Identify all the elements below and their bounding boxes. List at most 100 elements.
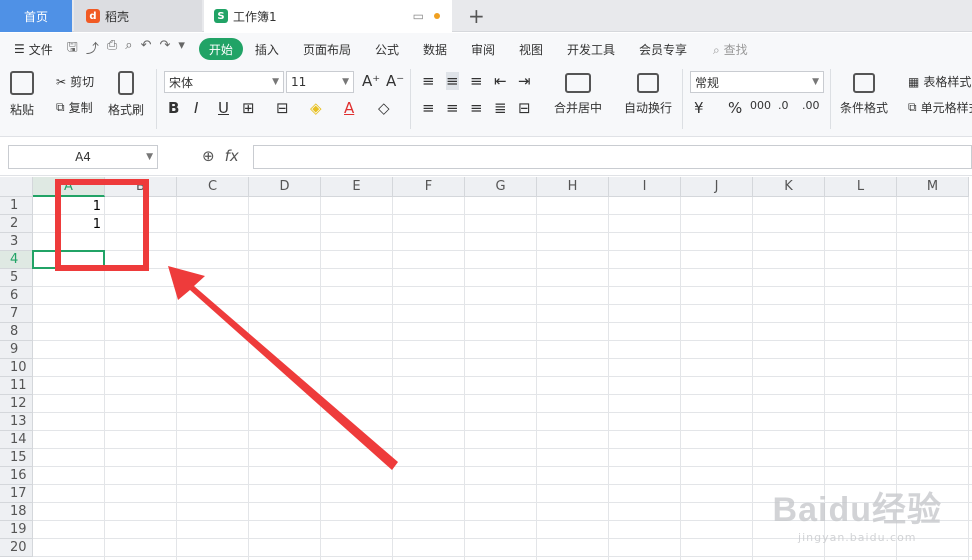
row-header-7[interactable]: 7 bbox=[0, 305, 33, 323]
print-icon[interactable]: ⎙ bbox=[107, 38, 117, 60]
align-left-icon[interactable]: ≡ bbox=[422, 99, 435, 117]
fx-icon[interactable]: fx bbox=[225, 147, 239, 165]
column-header-k[interactable]: K bbox=[753, 177, 825, 197]
row-header-2[interactable]: 2 bbox=[0, 215, 33, 233]
column-header-d[interactable]: D bbox=[249, 177, 321, 197]
monitor-icon[interactable]: ▭ bbox=[413, 9, 424, 23]
fill-color-icon[interactable]: ◈ bbox=[310, 99, 322, 117]
cell-style-button[interactable]: ⧉ 单元格样式 bbox=[908, 99, 972, 116]
align-top-icon[interactable]: ≡ bbox=[422, 72, 435, 90]
column-header-g[interactable]: G bbox=[465, 177, 537, 197]
select-all-corner[interactable] bbox=[0, 177, 33, 197]
underline-icon[interactable]: U bbox=[218, 99, 229, 117]
column-header-m[interactable]: M bbox=[897, 177, 969, 197]
undo-icon[interactable]: ↶ bbox=[141, 38, 152, 60]
increase-font-icon[interactable]: A⁺ bbox=[362, 72, 380, 90]
row-header-20[interactable]: 20 bbox=[0, 539, 33, 557]
row-header-9[interactable]: 9 bbox=[0, 341, 33, 359]
tab-insert[interactable]: 插入 bbox=[243, 38, 291, 60]
tab-review[interactable]: 审阅 bbox=[459, 38, 507, 60]
save-icon[interactable]: 🖫 bbox=[67, 38, 78, 60]
active-cell-selection[interactable] bbox=[32, 250, 105, 269]
search-box[interactable]: ⌕ 查找 bbox=[713, 41, 748, 58]
merge-center-button[interactable]: 合并居中 bbox=[554, 73, 602, 116]
tab-start[interactable]: 开始 bbox=[198, 38, 243, 60]
align-right-icon[interactable]: ≡ bbox=[470, 99, 483, 117]
redo-icon[interactable]: ↷ bbox=[159, 38, 170, 60]
increase-decimal-icon[interactable]: .0 bbox=[778, 99, 789, 112]
wrap-text-button[interactable]: 自动换行 bbox=[624, 73, 672, 116]
row-header-17[interactable]: 17 bbox=[0, 485, 33, 503]
tab-formulas[interactable]: 公式 bbox=[363, 38, 411, 60]
column-header-b[interactable]: B bbox=[105, 177, 177, 197]
cell-a2[interactable]: 1 bbox=[33, 215, 105, 233]
column-header-i[interactable]: I bbox=[609, 177, 681, 197]
fill-handle[interactable] bbox=[101, 265, 106, 270]
row-header-4[interactable]: 4 bbox=[0, 251, 33, 269]
zoom-icon[interactable]: ⊕ bbox=[202, 147, 215, 165]
copy-button[interactable]: ⧉ 复制 bbox=[56, 99, 93, 116]
column-header-c[interactable]: C bbox=[177, 177, 249, 197]
format-painter-button[interactable]: 格式刷 bbox=[108, 71, 144, 118]
row-header-6[interactable]: 6 bbox=[0, 287, 33, 305]
cell-a1[interactable]: 1 bbox=[33, 197, 105, 215]
row-header-11[interactable]: 11 bbox=[0, 377, 33, 395]
column-header-a[interactable]: A bbox=[33, 177, 105, 197]
column-header-e[interactable]: E bbox=[321, 177, 393, 197]
row-header-10[interactable]: 10 bbox=[0, 359, 33, 377]
paste-button[interactable]: 粘贴 bbox=[10, 71, 34, 118]
align-bottom-icon[interactable]: ≡ bbox=[470, 72, 483, 90]
row-header-5[interactable]: 5 bbox=[0, 269, 33, 287]
font-color-icon[interactable]: A bbox=[344, 99, 354, 117]
decrease-font-icon[interactable]: A⁻ bbox=[386, 72, 404, 90]
row-header-18[interactable]: 18 bbox=[0, 503, 33, 521]
share-icon[interactable]: ⤴ bbox=[86, 38, 99, 60]
formula-input[interactable] bbox=[253, 145, 972, 169]
cut-button[interactable]: ✂ 剪切 bbox=[56, 73, 94, 90]
new-tab-button[interactable]: + bbox=[468, 4, 485, 28]
customize-icon[interactable]: ▾ bbox=[178, 38, 185, 60]
row-header-13[interactable]: 13 bbox=[0, 413, 33, 431]
percent-icon[interactable]: % bbox=[728, 99, 742, 117]
thousands-icon[interactable]: 000 bbox=[750, 99, 771, 112]
align-center-icon[interactable]: ≡ bbox=[446, 99, 459, 117]
tab-workbook[interactable]: S 工作簿1 ▭ bbox=[204, 0, 452, 32]
row-header-15[interactable]: 15 bbox=[0, 449, 33, 467]
font-name-select[interactable]: 宋体 ▼ bbox=[164, 71, 284, 93]
tab-developer[interactable]: 开发工具 bbox=[555, 38, 627, 60]
tab-page-layout[interactable]: 页面布局 bbox=[291, 38, 363, 60]
font-size-select[interactable]: 11 ▼ bbox=[286, 71, 354, 93]
conditional-format-button[interactable]: 条件格式 bbox=[840, 73, 888, 116]
row-header-12[interactable]: 12 bbox=[0, 395, 33, 413]
row-header-14[interactable]: 14 bbox=[0, 431, 33, 449]
currency-icon[interactable]: ¥ bbox=[694, 99, 704, 117]
column-header-l[interactable]: L bbox=[825, 177, 897, 197]
distribute-icon[interactable]: ⊟ bbox=[518, 99, 531, 117]
italic-icon[interactable]: I bbox=[194, 99, 198, 117]
tab-docer[interactable]: d 稻壳 bbox=[74, 0, 202, 32]
indent-increase-icon[interactable]: ⇥ bbox=[518, 72, 531, 90]
row-header-3[interactable]: 3 bbox=[0, 233, 33, 251]
tab-member[interactable]: 会员专享 bbox=[627, 38, 699, 60]
border-icon[interactable]: ⊞ bbox=[242, 99, 255, 117]
number-format-select[interactable]: 常规 ▼ bbox=[690, 71, 824, 93]
bold-icon[interactable]: B bbox=[168, 99, 179, 117]
table-style-button[interactable]: ▦ 表格样式 bbox=[908, 73, 971, 90]
row-header-16[interactable]: 16 bbox=[0, 467, 33, 485]
tab-data[interactable]: 数据 bbox=[411, 38, 459, 60]
column-header-f[interactable]: F bbox=[393, 177, 465, 197]
decrease-decimal-icon[interactable]: .00 bbox=[802, 99, 820, 112]
tab-view[interactable]: 视图 bbox=[507, 38, 555, 60]
column-header-h[interactable]: H bbox=[537, 177, 609, 197]
row-header-8[interactable]: 8 bbox=[0, 323, 33, 341]
align-middle-icon[interactable]: ≡ bbox=[446, 72, 459, 90]
print-preview-icon[interactable]: ⌕ bbox=[125, 38, 132, 60]
column-header-j[interactable]: J bbox=[681, 177, 753, 197]
row-header-19[interactable]: 19 bbox=[0, 521, 33, 539]
eraser-icon[interactable]: ◇ bbox=[378, 99, 390, 117]
justify-icon[interactable]: ≣ bbox=[494, 99, 507, 117]
row-header-1[interactable]: 1 bbox=[0, 197, 33, 215]
merge-style-icon[interactable]: ⊟ bbox=[276, 99, 289, 117]
name-box[interactable]: A4 ▼ bbox=[8, 145, 158, 169]
file-menu[interactable]: ☰ 文件 bbox=[14, 41, 53, 58]
